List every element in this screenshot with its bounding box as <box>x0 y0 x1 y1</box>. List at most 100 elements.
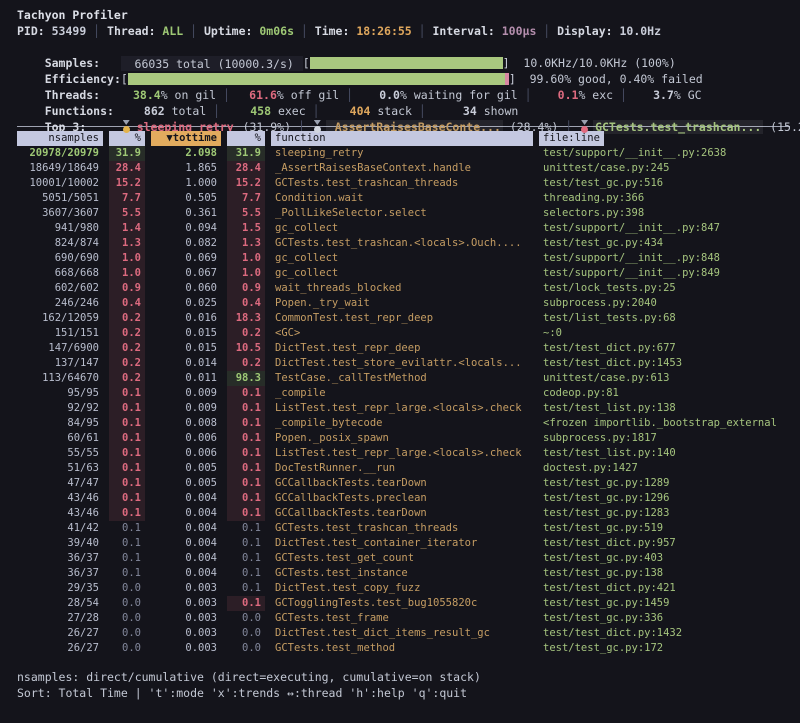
cell-pct-cumulative: 1.0 <box>227 251 265 266</box>
status-label: Uptime: <box>204 24 259 38</box>
cell-pct-cumulative: 0.1 <box>227 521 265 536</box>
cell-file-line: test/test_gc.py:1296 <box>539 491 792 506</box>
cell-file-line: subprocess.py:1817 <box>539 431 792 446</box>
cell-pct-cumulative: 0.1 <box>227 446 265 461</box>
efficiency-label: Efficiency: <box>45 72 121 86</box>
table-row: 246/2460.40.0250.4Popen._try_waitsubproc… <box>17 296 792 311</box>
status-line: PID: 53499 │ Thread: ALL │ Uptime: 0m06s… <box>17 23 792 39</box>
table-row: 5051/50517.70.5057.7Condition.waitthread… <box>17 191 792 206</box>
cell-tottime: 0.361 <box>151 206 221 221</box>
cell-nsamples: 41/42 <box>17 521 103 536</box>
cell-pct-direct: 0.0 <box>109 596 145 611</box>
cell-nsamples: 36/37 <box>17 566 103 581</box>
cell-nsamples: 3607/3607 <box>17 206 103 221</box>
status-value: 100µs <box>502 24 537 38</box>
table-row: 10001/1000215.21.00015.2GCTests.test_tra… <box>17 176 792 191</box>
cell-nsamples: 602/602 <box>17 281 103 296</box>
cell-pct-cumulative: 0.0 <box>227 611 265 626</box>
column-header-tottime-sorted[interactable]: ▼tottime <box>151 131 221 146</box>
column-header-pct-direct[interactable]: % <box>109 131 145 146</box>
table-row: 43/460.10.0040.1GCCallbackTests.tearDown… <box>17 506 792 521</box>
samples-row: Samples: 66035 total (10000.3/s)[] 10.0K… <box>17 39 792 55</box>
cell-nsamples: 690/690 <box>17 251 103 266</box>
cell-function: _PollLikeSelector.select <box>271 206 533 221</box>
cell-pct-cumulative: 7.7 <box>227 191 265 206</box>
table-header: nsamples % ▼tottime % function file:line <box>17 131 792 146</box>
thread-stat-suffix: % off gil <box>277 88 339 102</box>
cell-nsamples: 246/246 <box>17 296 103 311</box>
cell-pct-direct: 5.5 <box>109 206 145 221</box>
cell-function: Popen._posix_spawn <box>271 431 533 446</box>
cell-file-line: test/test_gc.py:1289 <box>539 476 792 491</box>
cell-pct-cumulative: 0.4 <box>227 296 265 311</box>
cell-pct-cumulative: 31.9 <box>227 146 265 161</box>
cell-pct-direct: 0.1 <box>109 566 145 581</box>
threads-label: Threads: <box>45 87 121 103</box>
column-header-pct-cumulative[interactable]: % <box>227 131 265 146</box>
cell-nsamples: 36/37 <box>17 551 103 566</box>
cell-pct-direct: 0.1 <box>109 416 145 431</box>
samples-bar-open: [ <box>303 56 310 70</box>
column-header-nsamples[interactable]: nsamples <box>17 131 103 146</box>
cell-file-line: test/test_gc.py:519 <box>539 521 792 536</box>
cell-file-line: test/test_gc.py:1459 <box>539 596 792 611</box>
cell-file-line: doctest.py:1427 <box>539 461 792 476</box>
thread-stat-suffix: % exc <box>578 88 613 102</box>
cell-pct-cumulative: 0.1 <box>227 476 265 491</box>
cell-tottime: 0.011 <box>151 371 221 386</box>
cell-tottime: 0.025 <box>151 296 221 311</box>
efficiency-bar-open: [ <box>121 72 128 86</box>
table-row: 55/550.10.0060.1ListTest.test_repr_large… <box>17 446 792 461</box>
cell-pct-cumulative: 10.5 <box>227 341 265 356</box>
cell-nsamples: 26/27 <box>17 626 103 641</box>
cell-pct-direct: 7.7 <box>109 191 145 206</box>
cell-pct-direct: 15.2 <box>109 176 145 191</box>
cell-tottime: 0.082 <box>151 236 221 251</box>
cell-pct-direct: 0.1 <box>109 401 145 416</box>
profiler-window: Tachyon Profiler PID: 53499 │ Thread: AL… <box>0 0 800 701</box>
samples-label: Samples: <box>45 55 121 71</box>
cell-file-line: test/test_gc.py:172 <box>539 641 792 656</box>
cell-nsamples: 113/64670 <box>17 371 103 386</box>
cell-function: GCTests.test_instance <box>271 566 533 581</box>
cell-function: DictTest.test_repr_deep <box>271 341 533 356</box>
cell-pct-cumulative: 18.3 <box>227 311 265 326</box>
cell-tottime: 0.006 <box>151 446 221 461</box>
cell-pct-direct: 0.1 <box>109 506 145 521</box>
thread-stat-value: 3.7 <box>634 87 674 103</box>
cell-function: TestCase._callTestMethod <box>271 371 533 386</box>
column-header-file-line[interactable]: file:line <box>539 131 792 146</box>
cell-function: GCTests.test_frame <box>271 611 533 626</box>
cell-pct-cumulative: 0.9 <box>227 281 265 296</box>
table-row: 84/950.10.0080.1_compile_bytecode<frozen… <box>17 416 792 431</box>
cell-tottime: 0.003 <box>151 596 221 611</box>
cell-file-line: test/test_gc.py:403 <box>539 551 792 566</box>
table-row: 151/1510.20.0150.2<GC>~:0 <box>17 326 792 341</box>
thread-stat-value: 0.0 <box>360 87 400 103</box>
cell-function: _compile <box>271 386 533 401</box>
table-row: 92/920.10.0090.1ListTest.test_repr_large… <box>17 401 792 416</box>
cell-nsamples: 5051/5051 <box>17 191 103 206</box>
cell-pct-cumulative: 0.2 <box>227 356 265 371</box>
column-header-function[interactable]: function <box>271 131 533 146</box>
table-row: 51/630.10.0050.1DocTestRunner.__rundocte… <box>17 461 792 476</box>
cell-pct-cumulative: 0.1 <box>227 491 265 506</box>
cell-pct-direct: 0.1 <box>109 461 145 476</box>
cell-file-line: test/test_gc.py:434 <box>539 236 792 251</box>
cell-file-line: selectors.py:398 <box>539 206 792 221</box>
cell-pct-direct: 1.3 <box>109 236 145 251</box>
cell-function: gc_collect <box>271 251 533 266</box>
thread-stat-suffix: % GC <box>674 88 702 102</box>
table-row: 137/1470.20.0140.2DictTest.test_store_ev… <box>17 356 792 371</box>
cell-pct-cumulative: 0.2 <box>227 326 265 341</box>
cell-tottime: 1.865 <box>151 161 221 176</box>
cell-nsamples: 26/27 <box>17 641 103 656</box>
cell-pct-cumulative: 0.0 <box>227 626 265 641</box>
samples-rate: 10.0KHz/10.0KHz (100%) <box>510 56 676 70</box>
cell-function: DictTest.test_dict_items_result_gc <box>271 626 533 641</box>
cell-pct-cumulative: 0.1 <box>227 581 265 596</box>
cell-file-line: test/test_dict.py:957 <box>539 536 792 551</box>
table-row: 18649/1864928.41.86528.4_AssertRaisesBas… <box>17 161 792 176</box>
cell-function: wait_threads_blocked <box>271 281 533 296</box>
cell-nsamples: 137/147 <box>17 356 103 371</box>
